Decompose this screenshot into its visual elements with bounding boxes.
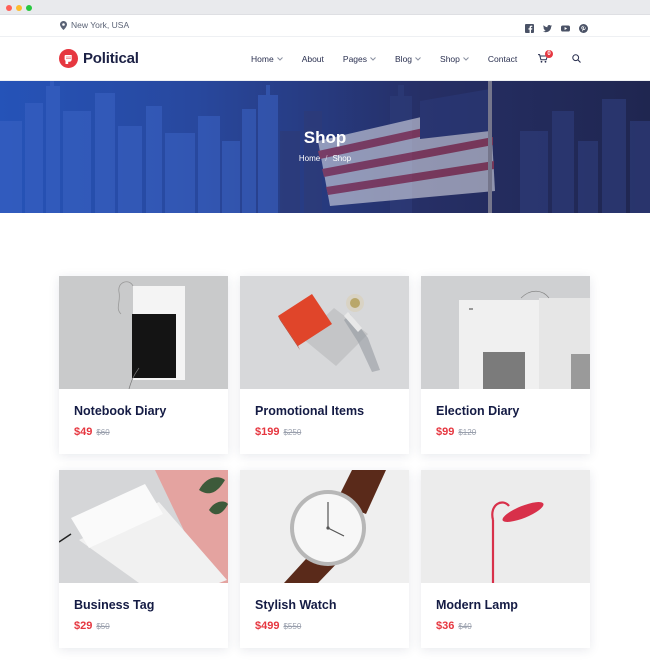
product-card[interactable]: Notebook Diary $49 $60 <box>59 276 228 454</box>
nav-item-label: Contact <box>487 54 518 64</box>
current-price: $199 <box>255 426 280 438</box>
browser-chrome <box>0 0 650 15</box>
nav-item-contact[interactable]: Contact <box>488 54 517 64</box>
product-price: $199 $250 <box>255 426 301 438</box>
product-price: $499 $550 <box>255 620 301 632</box>
nav-item-label: Home <box>251 54 274 64</box>
nav-item-label: About <box>301 54 324 64</box>
cart-count-badge: 0 <box>545 50 553 58</box>
old-price: $250 <box>283 428 302 437</box>
nav-item-label: Blog <box>395 54 413 64</box>
old-price: $40 <box>458 622 472 631</box>
maximize-window-dot[interactable] <box>26 5 32 11</box>
page-title: Shop <box>303 128 347 147</box>
pinterest-icon[interactable] <box>579 20 588 33</box>
nav-item-pages[interactable]: Pages <box>343 54 376 64</box>
product-image[interactable] <box>421 276 590 389</box>
product-name[interactable]: Stylish Watch <box>255 598 337 612</box>
social-links <box>525 20 588 33</box>
product-image[interactable] <box>240 470 409 583</box>
search-icon[interactable] <box>572 54 581 63</box>
breadcrumb-separator: / <box>325 154 328 163</box>
chevron-down-icon <box>415 57 421 61</box>
close-window-dot[interactable] <box>6 5 12 11</box>
page-hero-banner: Shop Home / Shop <box>0 81 650 213</box>
brand-name: Political <box>83 50 139 67</box>
product-image[interactable] <box>240 276 409 389</box>
product-name[interactable]: Promotional Items <box>255 404 364 418</box>
product-price: $49 $60 <box>74 426 110 438</box>
old-price: $120 <box>458 428 477 437</box>
nav-item-blog[interactable]: Blog <box>395 54 421 64</box>
product-image[interactable] <box>59 276 228 389</box>
chevron-down-icon <box>370 57 376 61</box>
nav-menu: Home About Pages Blog Shop Contact <box>251 54 536 64</box>
product-name[interactable]: Election Diary <box>436 404 519 418</box>
old-price: $50 <box>96 622 110 631</box>
product-price: $29 $50 <box>74 620 110 632</box>
page: New York, USA Political Home About Pages… <box>0 15 650 665</box>
nav-item-home[interactable]: Home <box>251 54 283 64</box>
main-navigation: Political Home About Pages Blog Shop Con… <box>0 37 650 81</box>
product-image[interactable] <box>421 470 590 583</box>
product-name[interactable]: Business Tag <box>74 598 154 612</box>
old-price: $550 <box>283 622 302 631</box>
youtube-icon[interactable] <box>561 20 570 32</box>
minimize-window-dot[interactable] <box>16 5 22 11</box>
site-logo[interactable]: Political <box>59 49 139 68</box>
location-text: New York, USA <box>71 20 130 30</box>
raised-fist-logo-icon <box>59 49 78 68</box>
product-name[interactable]: Notebook Diary <box>74 404 166 418</box>
nav-item-about[interactable]: About <box>302 54 324 64</box>
top-bar: New York, USA <box>0 15 650 37</box>
chevron-down-icon <box>276 57 283 61</box>
product-price: $99 $120 <box>436 426 476 438</box>
product-card[interactable]: Promotional Items $199 $250 <box>240 276 409 454</box>
nav-item-shop[interactable]: Shop <box>440 54 469 64</box>
chevron-down-icon <box>463 57 469 61</box>
current-price: $36 <box>436 620 455 632</box>
product-card[interactable]: Modern Lamp $36 $40 <box>421 470 590 648</box>
location: New York, USA <box>60 20 129 30</box>
product-image[interactable] <box>59 470 228 583</box>
nav-item-label: Pages <box>342 54 368 64</box>
product-price: $36 $40 <box>436 620 472 632</box>
product-card[interactable]: Stylish Watch $499 $550 <box>240 470 409 648</box>
breadcrumb-current: Shop <box>332 154 352 163</box>
old-price: $60 <box>96 428 110 437</box>
breadcrumb: Home / Shop <box>0 154 650 163</box>
facebook-icon[interactable] <box>525 20 534 33</box>
nav-item-label: Shop <box>440 54 460 64</box>
product-name[interactable]: Modern Lamp <box>436 598 518 612</box>
current-price: $499 <box>255 620 280 632</box>
product-card[interactable]: Business Tag $29 $50 <box>59 470 228 648</box>
current-price: $99 <box>436 426 455 438</box>
current-price: $49 <box>74 426 93 438</box>
product-card[interactable]: Election Diary $99 $120 <box>421 276 590 454</box>
map-pin-icon <box>60 20 67 30</box>
twitter-icon[interactable] <box>543 20 552 33</box>
breadcrumb-home-link[interactable]: Home <box>299 154 320 163</box>
current-price: $29 <box>74 620 93 632</box>
